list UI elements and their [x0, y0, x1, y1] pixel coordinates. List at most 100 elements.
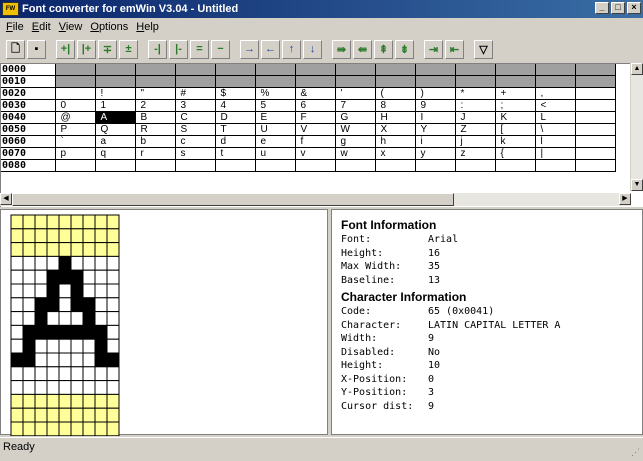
char-cell[interactable] [415, 75, 456, 88]
glyph-pixel[interactable] [34, 214, 48, 230]
glyph-pixel[interactable] [58, 297, 72, 313]
char-cell[interactable] [575, 135, 616, 148]
move-down-button[interactable]: ↓ [303, 39, 322, 59]
glyph-pixel[interactable] [106, 393, 120, 409]
char-cell[interactable] [495, 64, 536, 76]
enable-row-button[interactable]: ∓ [98, 39, 117, 59]
glyph-pixel[interactable] [82, 242, 96, 257]
char-cell[interactable]: $ [215, 87, 256, 100]
glyph-pixel[interactable] [46, 324, 60, 340]
glyph-pixel[interactable] [106, 255, 120, 271]
glyph-pixel[interactable] [10, 214, 24, 230]
glyph-pixel[interactable] [106, 311, 120, 326]
glyph-pixel[interactable] [82, 352, 96, 368]
glyph-pixel[interactable] [46, 311, 60, 326]
glyph-pixel[interactable] [46, 269, 60, 285]
char-cell[interactable] [575, 147, 616, 160]
char-cell[interactable]: u [255, 147, 296, 160]
glyph-pixel[interactable] [34, 269, 48, 285]
char-cell[interactable]: # [175, 87, 216, 100]
disable-row-button[interactable]: = [190, 39, 209, 59]
menu-edit[interactable]: Edit [28, 21, 55, 33]
glyph-pixel[interactable] [70, 352, 84, 368]
char-cell[interactable]: ; [495, 99, 536, 112]
glyph-pixel[interactable] [22, 393, 36, 409]
char-cell[interactable] [575, 159, 616, 172]
char-cell[interactable]: : [455, 99, 496, 112]
char-cell[interactable]: 9 [415, 99, 456, 112]
char-cell[interactable]: t [215, 147, 256, 160]
char-cell[interactable]: 7 [335, 99, 376, 112]
char-cell[interactable]: Q [95, 123, 136, 136]
char-cell[interactable]: L [535, 111, 576, 124]
char-cell[interactable] [175, 64, 216, 76]
char-cell[interactable]: U [255, 123, 296, 136]
char-cell[interactable] [415, 64, 456, 76]
glyph-pixel[interactable] [34, 255, 48, 271]
char-cell[interactable] [175, 159, 216, 172]
char-cell[interactable] [255, 75, 296, 88]
glyph-pixel[interactable] [10, 380, 24, 395]
glyph-pixel[interactable] [10, 324, 24, 340]
glyph-pixel[interactable] [94, 283, 108, 299]
glyph-pixel[interactable] [70, 393, 84, 409]
char-cell[interactable]: 4 [215, 99, 256, 112]
char-cell[interactable] [535, 64, 576, 76]
char-cell[interactable] [55, 64, 96, 76]
glyph-pixel[interactable] [22, 228, 36, 244]
char-cell[interactable]: P [55, 123, 96, 136]
glyph-pixel[interactable] [94, 380, 108, 395]
glyph-pixel[interactable] [34, 380, 48, 395]
glyph-pixel[interactable] [94, 407, 108, 423]
char-cell[interactable]: e [255, 135, 296, 148]
raise-button[interactable]: ⇞ [374, 39, 393, 59]
glyph-pixel[interactable] [94, 352, 108, 368]
char-cell[interactable]: r [135, 147, 176, 160]
glyph-pixel[interactable] [70, 311, 84, 326]
glyph-pixel[interactable] [70, 255, 84, 271]
glyph-pixel[interactable] [58, 407, 72, 423]
char-cell[interactable]: ( [375, 87, 416, 100]
glyph-pixel[interactable] [58, 352, 72, 368]
char-cell[interactable]: R [135, 123, 176, 136]
glyph-pixel[interactable] [82, 283, 96, 299]
move-left-button[interactable]: ← [261, 39, 280, 59]
char-cell[interactable] [215, 75, 256, 88]
resize-grip-icon[interactable]: ⋰ [631, 443, 641, 457]
glyph-pixel[interactable] [82, 338, 96, 354]
glyph-pixel[interactable] [82, 324, 96, 340]
new-file-button[interactable]: 🗋 [6, 39, 25, 59]
char-cell[interactable]: I [415, 111, 456, 124]
char-cell[interactable]: " [135, 87, 176, 100]
glyph-pixel[interactable] [82, 421, 96, 436]
char-cell[interactable]: B [135, 111, 176, 124]
char-cell[interactable]: , [535, 87, 576, 100]
char-cell[interactable]: h [375, 135, 416, 148]
cursor-right-button[interactable]: ⇥ [424, 39, 443, 59]
disable-range-button[interactable]: |- [169, 39, 188, 59]
char-cell[interactable]: w [335, 147, 376, 160]
glyph-pixel[interactable] [10, 242, 24, 257]
char-cell[interactable]: K [495, 111, 536, 124]
char-cell[interactable] [255, 159, 296, 172]
char-cell[interactable]: \ [535, 123, 576, 136]
glyph-pixel[interactable] [34, 297, 48, 313]
char-cell[interactable]: 2 [135, 99, 176, 112]
char-cell[interactable]: a [95, 135, 136, 148]
char-cell[interactable]: Y [415, 123, 456, 136]
close-button[interactable]: × [627, 2, 641, 14]
glyph-pixel[interactable] [70, 214, 84, 230]
char-cell[interactable]: * [455, 87, 496, 100]
scroll-up-button[interactable]: ▲ [631, 63, 643, 75]
glyph-pixel[interactable] [46, 283, 60, 299]
glyph-pixel[interactable] [22, 352, 36, 368]
char-cell[interactable] [175, 75, 216, 88]
char-cell[interactable]: % [255, 87, 296, 100]
glyph-pixel[interactable] [106, 242, 120, 257]
char-cell[interactable]: W [335, 123, 376, 136]
char-cell[interactable] [575, 123, 616, 136]
char-cell[interactable] [575, 111, 616, 124]
char-cell[interactable] [295, 75, 336, 88]
char-cell[interactable]: 0 [55, 99, 96, 112]
glyph-pixel[interactable] [22, 214, 36, 230]
